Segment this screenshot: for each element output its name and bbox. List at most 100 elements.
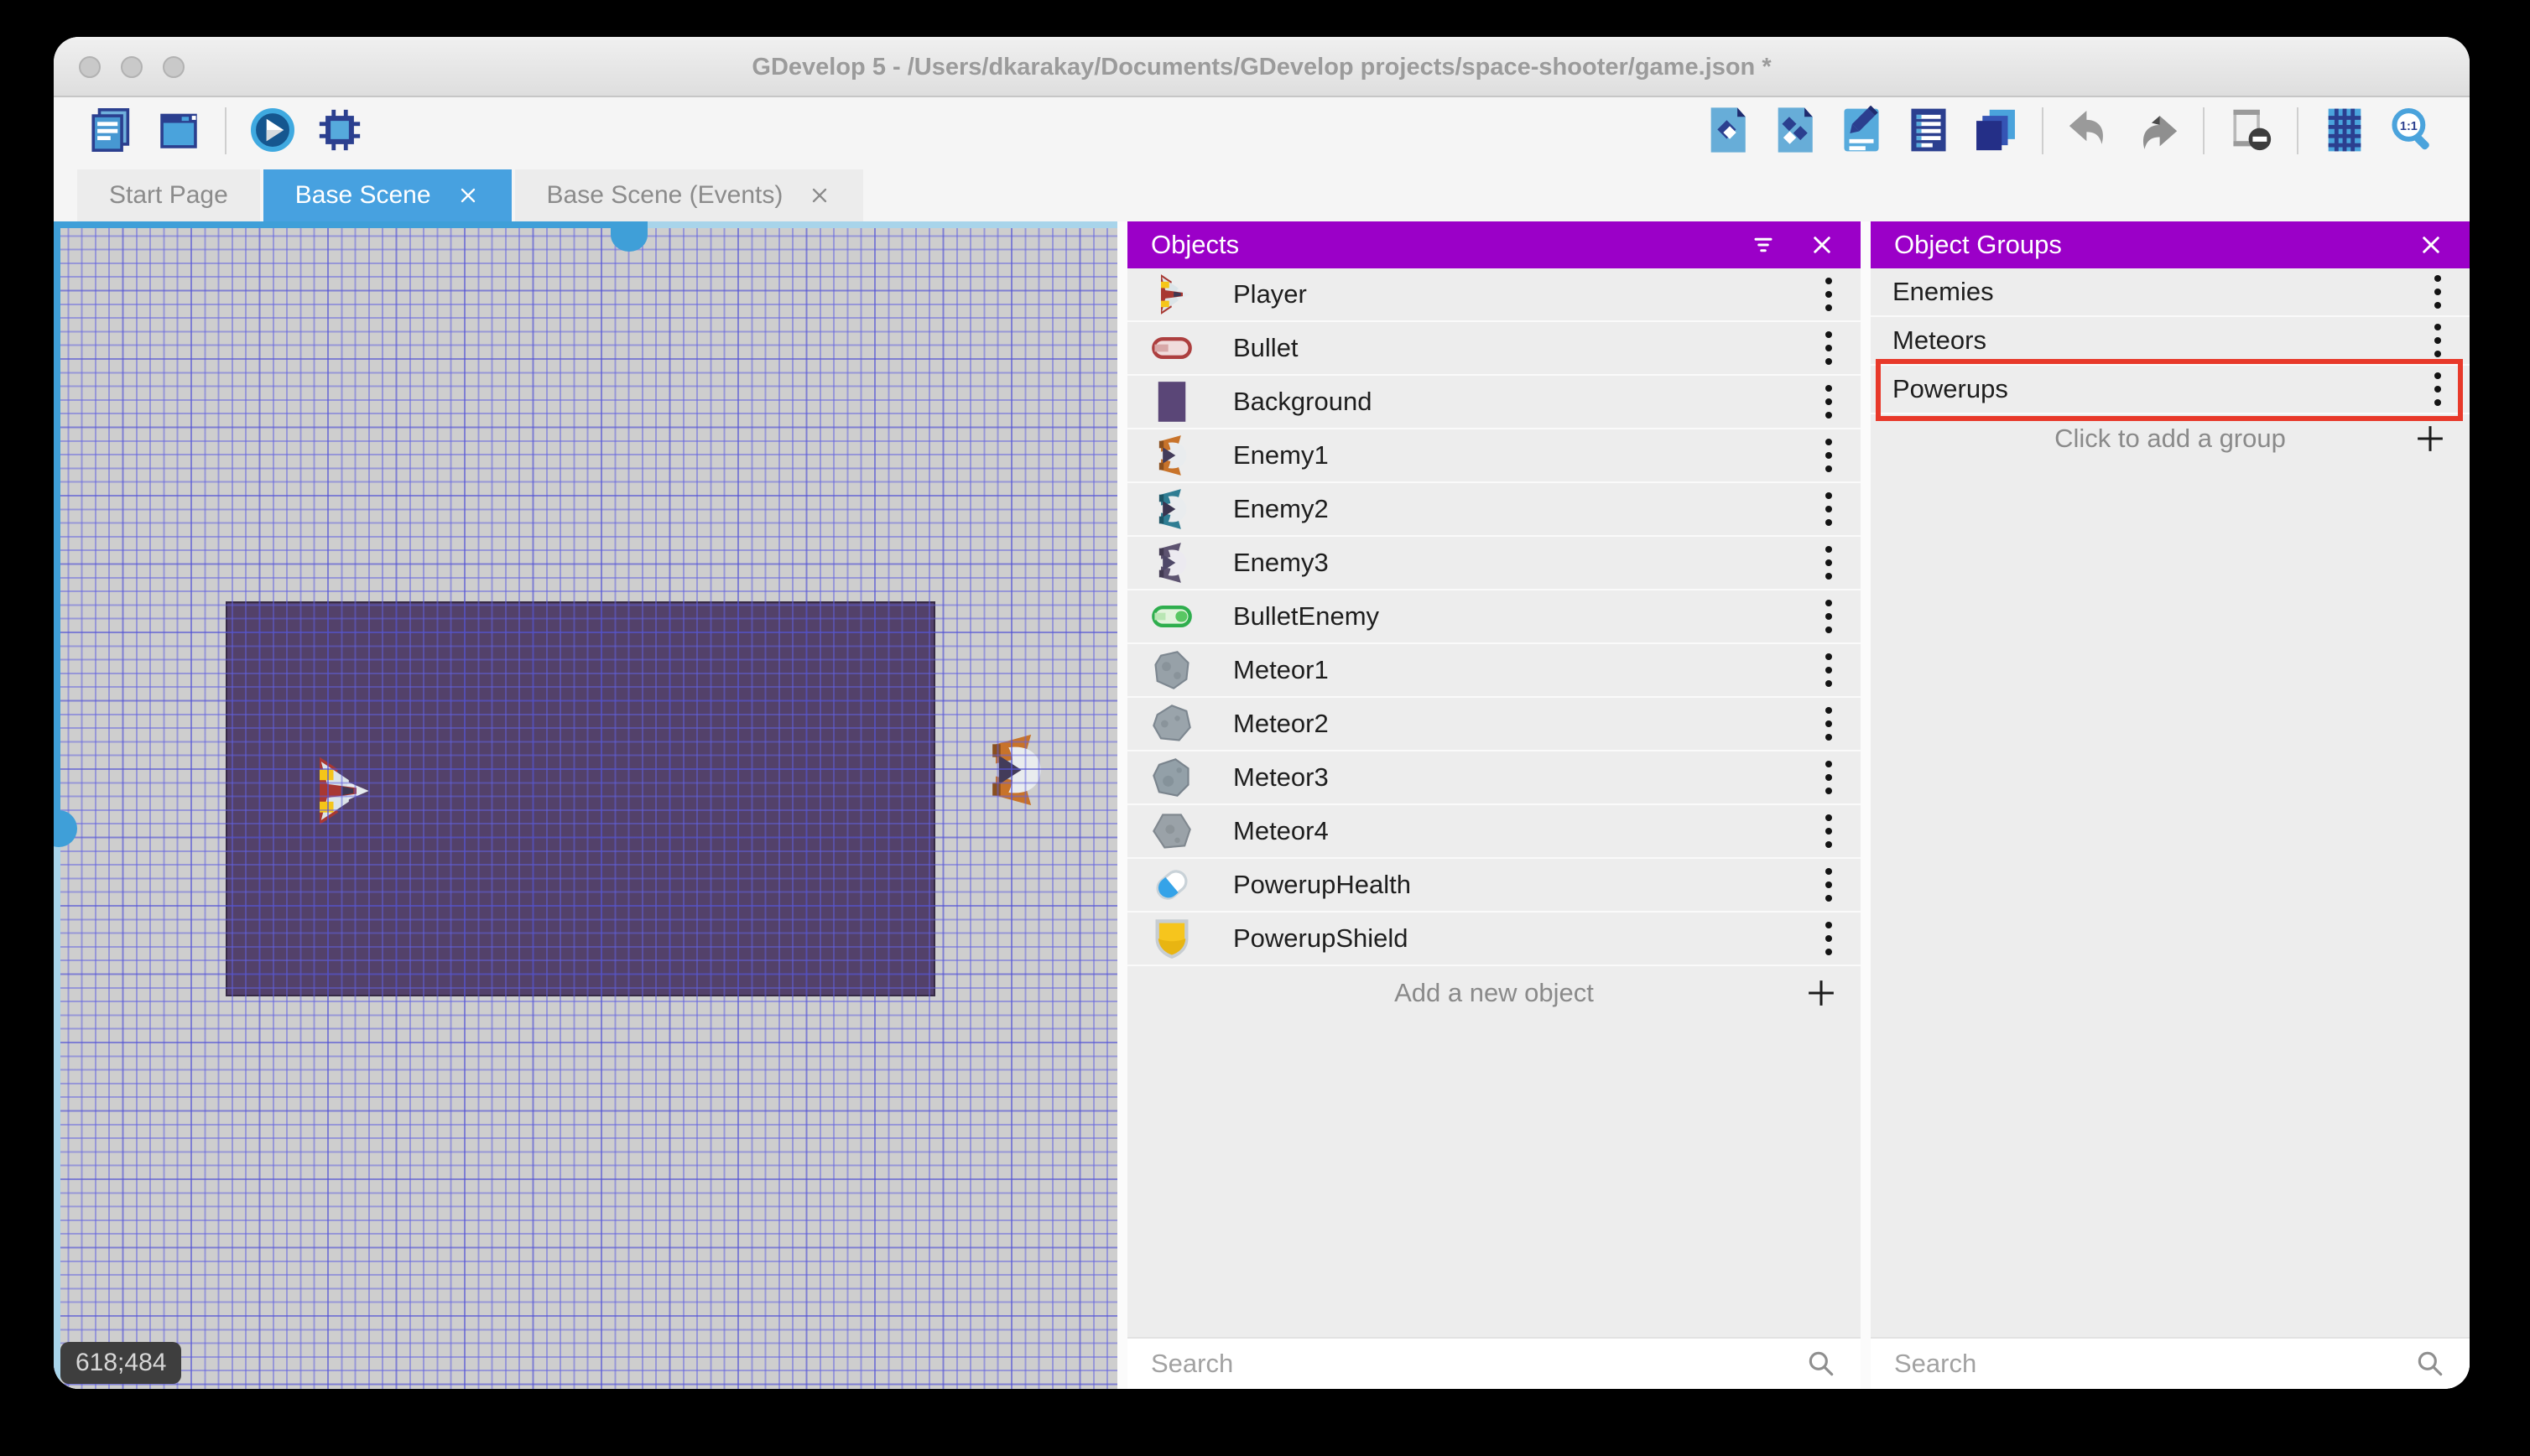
add-object-button[interactable]: Add a new object (1127, 966, 1861, 1020)
group-row-powerups[interactable]: Powerups (1871, 359, 2470, 421)
objects-panel-title: Objects (1151, 230, 1240, 259)
toolbar-button-debug[interactable] (312, 103, 367, 159)
group-context-menu-button[interactable] (2428, 270, 2448, 314)
objects-search-input[interactable] (1151, 1349, 1805, 1379)
enemy1-icon (1149, 432, 1195, 479)
vertical-scroll-thumb[interactable] (54, 810, 77, 847)
object-context-menu-button[interactable] (1819, 595, 1839, 638)
enemy1-instance[interactable] (976, 731, 1054, 809)
grid-icon (2320, 106, 2369, 157)
bullet-icon (1149, 325, 1195, 372)
instances-list-icon (1904, 106, 1953, 157)
titlebar: GDevelop 5 - /Users/dkarakay/Documents/G… (54, 37, 2470, 97)
object-row-enemy3[interactable]: Enemy3 (1127, 537, 1861, 590)
horizontal-scroll-thumb[interactable] (611, 221, 648, 252)
object-context-menu-button[interactable] (1819, 702, 1839, 746)
canvas-horizontal-scrollbar[interactable] (54, 221, 1117, 252)
group-row-meteors[interactable]: Meteors (1871, 317, 2470, 366)
toolbar-button-objects-panel[interactable] (1700, 103, 1755, 159)
toolbar-button-object-groups-panel[interactable] (1767, 103, 1822, 159)
group-row-enemies[interactable]: Enemies (1871, 268, 2470, 317)
object-context-menu-button[interactable] (1819, 756, 1839, 799)
toolbar-button-instances-list[interactable] (1901, 103, 1956, 159)
objects-list: Player Bullet Background Enemy1 Enemy2 E… (1127, 268, 1861, 1337)
debug-icon (315, 106, 364, 157)
toolbar-divider (225, 107, 226, 154)
close-panel-icon[interactable] (1807, 230, 1837, 260)
scene-canvas[interactable]: 618;484 (54, 221, 1117, 1389)
undo-icon (2065, 106, 2114, 157)
plus-icon (1804, 975, 1839, 1011)
object-row-enemy1[interactable]: Enemy1 (1127, 429, 1861, 483)
canvas-vertical-scrollbar[interactable] (54, 221, 77, 1389)
group-context-menu-button[interactable] (2428, 367, 2448, 411)
object-row-poweruphealth[interactable]: PowerupHealth (1127, 859, 1861, 913)
add-group-button[interactable]: Click to add a group (1871, 414, 2470, 463)
object-context-menu-button[interactable] (1819, 863, 1839, 907)
play-preview-icon (248, 106, 297, 157)
object-row-meteor4[interactable]: Meteor4 (1127, 805, 1861, 859)
minimize-window-button[interactable] (121, 56, 143, 78)
toolbar-button-properties-panel[interactable] (1834, 103, 1889, 159)
object-row-meteor3[interactable]: Meteor3 (1127, 751, 1861, 805)
toolbar-button-undo[interactable] (2062, 103, 2117, 159)
object-row-meteor2[interactable]: Meteor2 (1127, 698, 1861, 751)
layers-panel-icon (1971, 106, 2020, 157)
object-row-meteor1[interactable]: Meteor1 (1127, 644, 1861, 698)
group-context-menu-button[interactable] (2428, 319, 2448, 362)
toolbar-button-zoom-1-1[interactable]: 1:1 (2384, 103, 2439, 159)
tab-close-icon[interactable] (808, 184, 831, 207)
toolbar-divider (2297, 107, 2298, 154)
panel-divider (1117, 221, 1127, 1389)
close-panel-icon[interactable] (2416, 230, 2446, 260)
object-row-player[interactable]: Player (1127, 268, 1861, 322)
toolbar-button-play-preview[interactable] (245, 103, 300, 159)
toolbar-divider (2042, 107, 2043, 154)
object-context-menu-button[interactable] (1819, 809, 1839, 853)
toggle-instance-mask-icon (2226, 106, 2275, 157)
close-window-button[interactable] (79, 56, 101, 78)
tab-base-scene[interactable]: Base Scene (263, 169, 512, 221)
player-instance[interactable] (301, 754, 375, 828)
search-icon (1805, 1348, 1837, 1380)
object-row-bulletenemy[interactable]: BulletEnemy (1127, 590, 1861, 644)
object-context-menu-button[interactable] (1819, 487, 1839, 531)
groups-search-input[interactable] (1894, 1349, 2414, 1379)
maximize-window-button[interactable] (163, 56, 185, 78)
meteor3-icon (1149, 754, 1195, 801)
bullet-enemy-icon (1149, 593, 1195, 640)
objects-panel: Objects Player Bullet Background Enemy1 … (1127, 221, 1861, 1389)
svg-text:1:1: 1:1 (2400, 120, 2418, 133)
editor-content: 618;484 Objects Player Bullet Background… (54, 221, 2470, 1389)
toolbar-button-toggle-instance-mask[interactable] (2223, 103, 2278, 159)
object-context-menu-button[interactable] (1819, 273, 1839, 316)
main-toolbar: 1:1 (54, 97, 2470, 164)
enemy3-icon (1149, 539, 1195, 586)
object-groups-panel-title: Object Groups (1894, 230, 2062, 259)
toolbar-button-grid[interactable] (2317, 103, 2372, 159)
object-context-menu-button[interactable] (1819, 648, 1839, 692)
object-context-menu-button[interactable] (1819, 326, 1839, 370)
scene-window-icon (154, 106, 203, 157)
object-context-menu-button[interactable] (1819, 917, 1839, 960)
object-context-menu-button[interactable] (1819, 380, 1839, 424)
project-manager-icon (87, 106, 136, 157)
filter-icon[interactable] (1748, 230, 1778, 260)
panel-divider (1861, 221, 1871, 1389)
toolbar-button-redo[interactable] (2129, 103, 2184, 159)
toolbar-button-layers-panel[interactable] (1968, 103, 2023, 159)
redo-icon (2132, 106, 2181, 157)
tab-close-icon[interactable] (456, 184, 480, 207)
object-row-bullet[interactable]: Bullet (1127, 322, 1861, 376)
toolbar-button-project-manager[interactable] (84, 103, 139, 159)
background-icon (1149, 378, 1195, 425)
object-context-menu-button[interactable] (1819, 541, 1839, 585)
tab-start-page[interactable]: Start Page (77, 169, 260, 221)
search-icon (2414, 1348, 2446, 1380)
object-row-background[interactable]: Background (1127, 376, 1861, 429)
object-row-powerupshield[interactable]: PowerupShield (1127, 913, 1861, 966)
tab-base-scene-events[interactable]: Base Scene (Events) (514, 169, 864, 221)
toolbar-button-scene-window[interactable] (151, 103, 206, 159)
object-context-menu-button[interactable] (1819, 434, 1839, 477)
object-row-enemy2[interactable]: Enemy2 (1127, 483, 1861, 537)
